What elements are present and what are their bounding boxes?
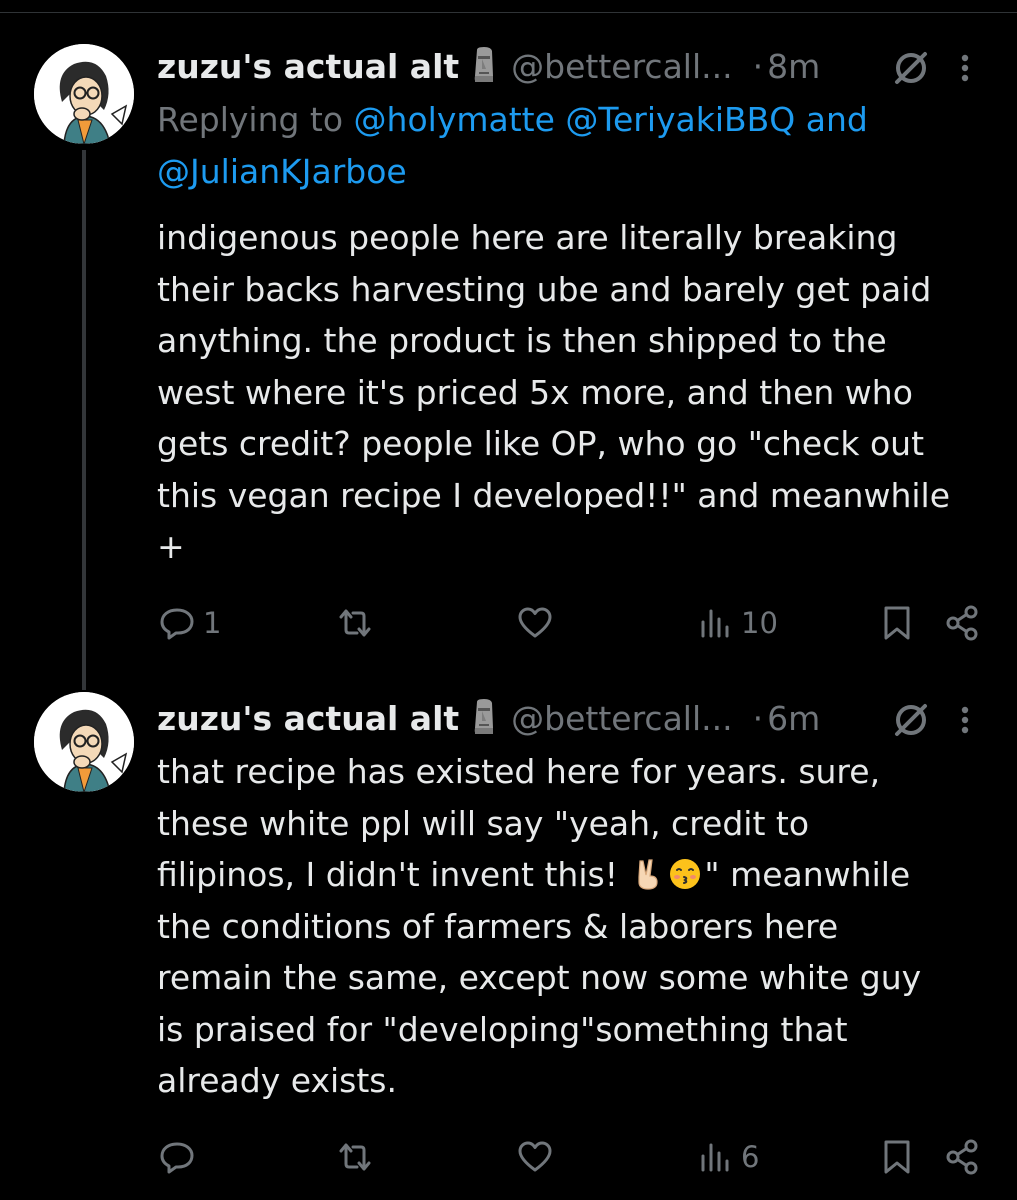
tweet-header: zuzu's actual alt @bettercall... · 6m xyxy=(157,694,987,744)
reply-icon xyxy=(160,1142,194,1174)
moai-icon xyxy=(474,47,494,82)
views-count: 10 xyxy=(741,606,778,640)
tweet-text-line: the conditions of farmers & laborers her… xyxy=(157,906,839,946)
like-button[interactable] xyxy=(515,1132,561,1182)
separator-dot: · xyxy=(752,47,764,86)
tweet-text-segment: " meanwhile xyxy=(704,855,911,894)
tweet-text-line: anything. the product is then shipped to… xyxy=(157,321,887,360)
more-icon[interactable] xyxy=(955,48,975,88)
tweet-text: that recipe has existed here for years. … xyxy=(157,746,997,1107)
grok-icon[interactable] xyxy=(889,46,933,90)
kissing-face-emoji-icon xyxy=(670,859,701,889)
repost-icon xyxy=(339,609,371,637)
tweet-text-line: + xyxy=(157,527,185,566)
avatar-illustration-icon xyxy=(34,692,134,792)
views-button[interactable]: 6 xyxy=(695,1132,759,1182)
repost-button[interactable] xyxy=(335,1132,381,1182)
tweet-text-line: remain the same, except now some white g… xyxy=(157,958,922,997)
victory-hand-emoji-icon xyxy=(638,859,659,890)
views-count: 6 xyxy=(741,1140,760,1174)
separator-dot: · xyxy=(752,699,764,738)
heart-icon xyxy=(518,607,552,638)
avatar[interactable] xyxy=(34,692,134,792)
tweet-text-line: this vegan recipe I developed!!" and mea… xyxy=(157,475,950,515)
heart-icon xyxy=(518,1141,552,1172)
tweet-text-line: that recipe has existed here for years. … xyxy=(157,752,881,791)
mention-link[interactable]: @JulianKJarboe xyxy=(157,152,407,191)
views-button[interactable]: 10 xyxy=(695,598,778,648)
views-chart-icon xyxy=(701,609,729,638)
reply-button[interactable]: 1 xyxy=(157,598,221,648)
views-chart-icon xyxy=(701,1143,729,1172)
avatar-illustration-icon xyxy=(34,44,134,144)
tweet-text-line: is praised for "developing"something tha… xyxy=(157,1009,848,1049)
moai-icon xyxy=(474,699,494,734)
mention-conjunction[interactable]: and xyxy=(806,100,868,139)
bookmark-icon xyxy=(884,1140,910,1174)
replying-to-label: Replying to xyxy=(157,100,344,139)
tweet-actions: 1 10 xyxy=(157,598,987,648)
thread-connector-line xyxy=(82,150,86,690)
reply-count: 1 xyxy=(203,606,222,640)
mention-link[interactable]: @TeriyakiBBQ xyxy=(565,100,795,139)
tweet-header: zuzu's actual alt @bettercall... · 8m xyxy=(157,42,987,92)
timestamp[interactable]: 8m xyxy=(767,47,820,86)
tweet-text-line: indigenous people here are literally bre… xyxy=(157,218,898,257)
display-name[interactable]: zuzu's actual alt xyxy=(157,699,459,738)
timestamp[interactable]: 6m xyxy=(767,699,820,738)
repost-icon xyxy=(339,1143,371,1171)
mention-link[interactable]: @holymatte xyxy=(354,100,555,139)
bookmark-icon xyxy=(884,606,910,640)
display-name[interactable]: zuzu's actual alt xyxy=(157,47,459,86)
reply-icon xyxy=(160,608,194,640)
tweet-text-segment: filipinos, I didn't invent this! xyxy=(157,855,629,894)
tweet-text-line: gets credit? people like OP, who go "che… xyxy=(157,424,925,463)
tweet-text-line: their backs harvesting ube and barely ge… xyxy=(157,269,932,309)
bookmark-button[interactable] xyxy=(877,598,917,648)
more-icon[interactable] xyxy=(955,700,975,740)
like-button[interactable] xyxy=(515,598,561,648)
avatar[interactable] xyxy=(34,44,134,144)
tweet-text-line: already exists. xyxy=(157,1061,397,1100)
tweet-text: indigenous people here are literally bre… xyxy=(157,212,997,573)
replying-to: Replying to @holymatte @TeriyakiBBQ and … xyxy=(157,94,957,198)
tweet-text-line: filipinos, I didn't invent this! " meanw… xyxy=(157,849,997,901)
share-icon xyxy=(946,1139,978,1175)
handle[interactable]: @bettercall... xyxy=(511,47,732,86)
handle[interactable]: @bettercall... xyxy=(511,699,732,738)
top-divider xyxy=(0,12,1017,13)
share-button[interactable] xyxy=(943,1132,983,1182)
reply-button[interactable] xyxy=(157,1132,203,1182)
tweet-text-line: these white ppl will say "yeah, credit t… xyxy=(157,803,810,843)
repost-button[interactable] xyxy=(335,598,381,648)
tweet-actions: 6 xyxy=(157,1132,987,1182)
bookmark-button[interactable] xyxy=(877,1132,917,1182)
grok-icon[interactable] xyxy=(889,698,933,742)
share-button[interactable] xyxy=(943,598,983,648)
share-icon xyxy=(946,605,978,641)
tweet-text-line: west where it's priced 5x more, and then… xyxy=(157,372,913,412)
